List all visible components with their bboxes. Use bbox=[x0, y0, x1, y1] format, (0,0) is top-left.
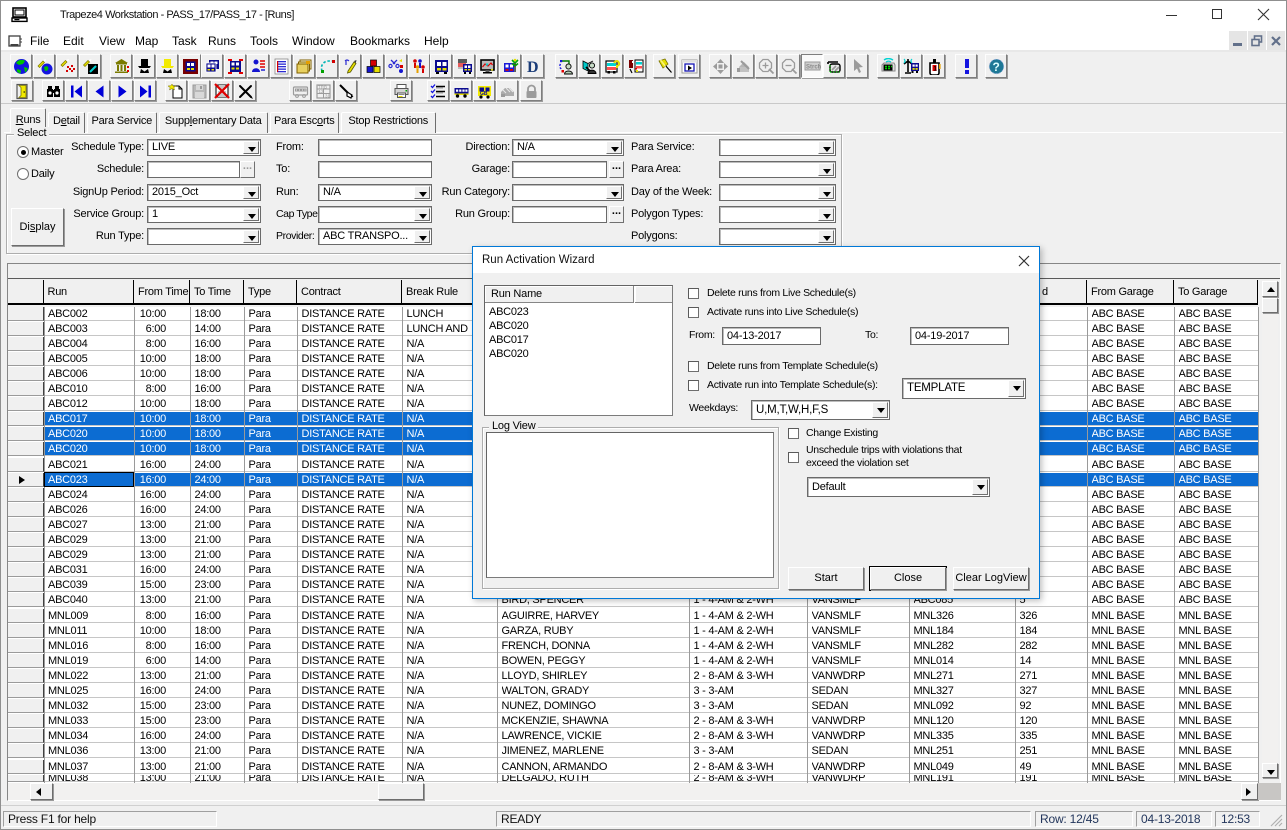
svg-text:31: 31 bbox=[325, 94, 331, 99]
svg-text:Strch: Strch bbox=[806, 65, 821, 71]
svg-text:D: D bbox=[527, 59, 539, 75]
svg-text:?: ? bbox=[993, 60, 1000, 74]
svg-text:12: 12 bbox=[318, 89, 324, 94]
